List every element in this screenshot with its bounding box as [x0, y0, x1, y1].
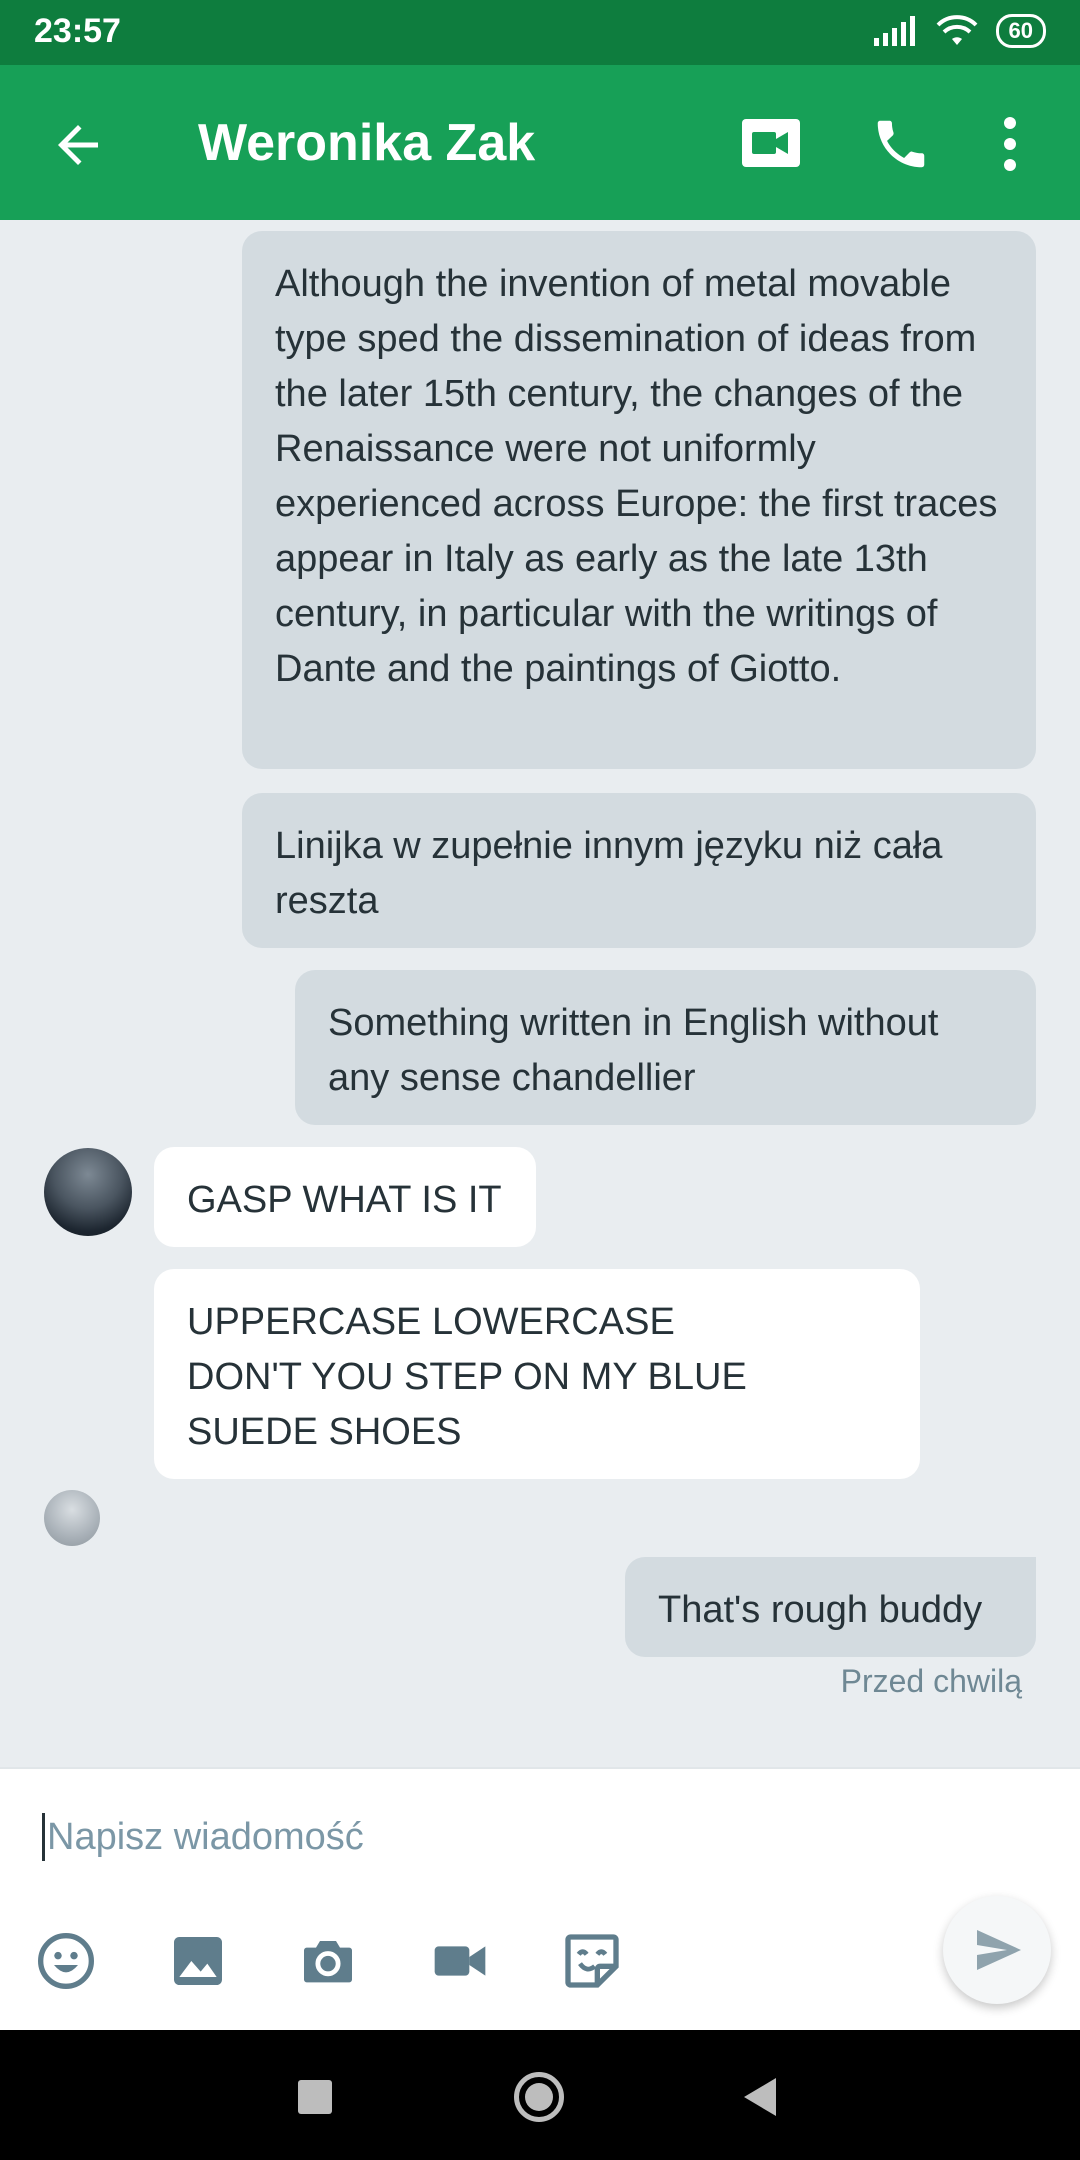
contact-name[interactable]: Weronika Zak [198, 113, 535, 173]
message-incoming[interactable]: UPPERCASE LOWERCASE DON'T YOU STEP ON MY… [154, 1269, 920, 1479]
status-icons: 60 [873, 14, 1046, 48]
signal-icon [873, 16, 915, 46]
status-bar: 23:57 60 [0, 0, 1080, 65]
image-icon[interactable] [166, 1929, 230, 1993]
nav-back-button[interactable] [744, 2078, 776, 2116]
message-input[interactable]: Napisz wiadomość [42, 1813, 364, 1861]
message-timestamp: Przed chwilą [840, 1663, 1022, 1699]
message-outgoing[interactable]: Linijka w zupełnie innym języku niż cała… [242, 793, 1036, 948]
message-incoming[interactable]: GASP WHAT IS IT [154, 1147, 536, 1247]
video-call-icon[interactable] [740, 117, 802, 169]
videocam-icon[interactable] [428, 1929, 492, 1993]
system-nav-bar [0, 2030, 1080, 2160]
wifi-icon [936, 15, 977, 45]
status-time: 23:57 [34, 12, 121, 50]
send-icon [977, 1930, 1021, 1970]
avatar-small[interactable] [44, 1490, 100, 1546]
message-list[interactable]: Although the invention of metal movable … [0, 220, 1080, 1767]
camera-icon[interactable] [296, 1929, 360, 1993]
arrow-back-icon[interactable] [48, 115, 108, 175]
emoji-icon[interactable] [34, 1929, 98, 1993]
send-button[interactable] [943, 1896, 1051, 2004]
home-button[interactable] [514, 2072, 564, 2122]
sticker-icon[interactable] [560, 1929, 624, 1993]
more-vertical-icon[interactable] [1000, 113, 1020, 175]
message-outgoing[interactable]: Something written in English without any… [295, 970, 1036, 1125]
phone-icon[interactable] [870, 113, 932, 175]
avatar[interactable] [44, 1148, 132, 1236]
message-outgoing[interactable]: That's rough buddy [625, 1557, 1036, 1657]
recents-button[interactable] [298, 2080, 332, 2114]
message-outgoing[interactable]: Although the invention of metal movable … [242, 231, 1036, 769]
composer: Napisz wiadomość [0, 1767, 1080, 2030]
battery-indicator: 60 [995, 14, 1046, 48]
app-bar: Weronika Zak [0, 65, 1080, 220]
